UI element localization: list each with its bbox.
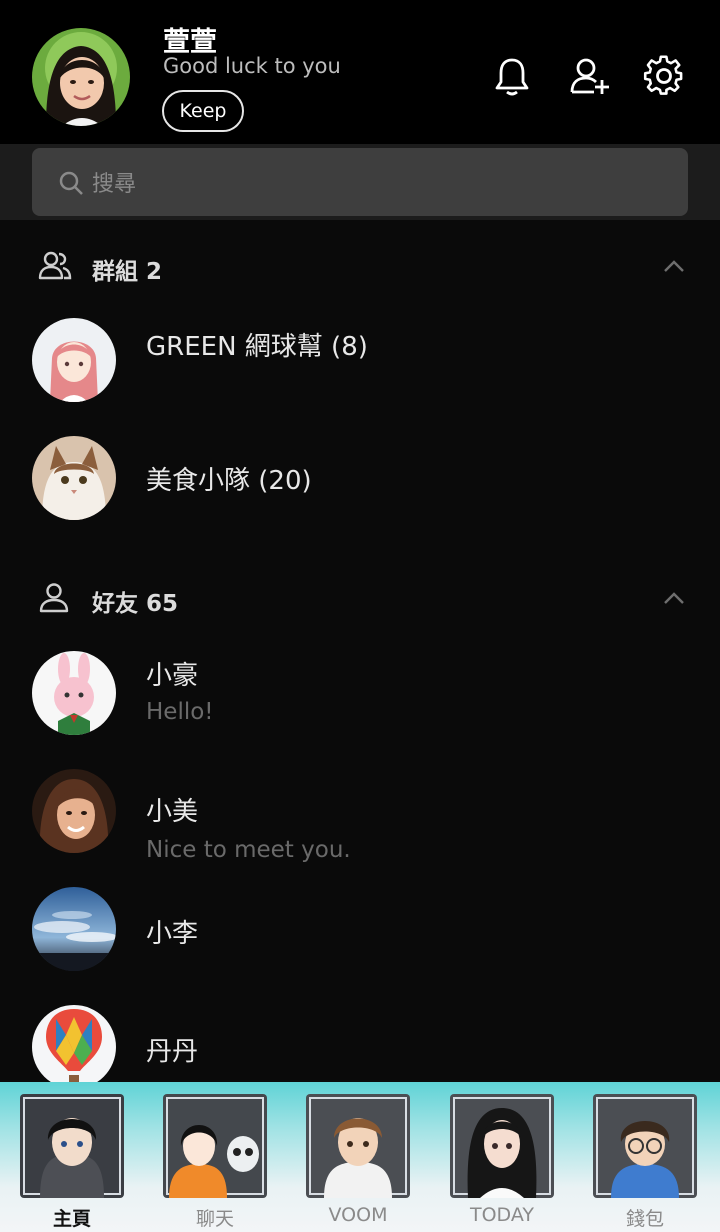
nav-tab-chat[interactable]: 聊天 bbox=[163, 1094, 267, 1232]
friend-status-message: Hello! bbox=[146, 699, 214, 725]
friend-row[interactable]: 小美 Nice to meet you. bbox=[0, 769, 720, 887]
nav-label-wallet: 錢包 bbox=[625, 1208, 664, 1230]
group-avatar bbox=[32, 436, 116, 520]
add-friend-icon[interactable] bbox=[568, 54, 612, 98]
nav-tab-today[interactable]: TODAY bbox=[450, 1094, 554, 1232]
group-icon bbox=[38, 251, 72, 280]
nav-tab-wallet[interactable]: 錢包 bbox=[593, 1094, 697, 1232]
friend-row[interactable]: 小豪 Hello! bbox=[0, 651, 720, 769]
chevron-up-icon[interactable] bbox=[662, 256, 686, 276]
friend-avatar bbox=[32, 1005, 116, 1089]
profile-status-message[interactable]: Good luck to you bbox=[163, 54, 341, 78]
friend-row[interactable]: 小李 bbox=[0, 887, 720, 1005]
friend-status-message: Nice to meet you. bbox=[146, 837, 351, 863]
group-name: GREEN 網球幫 (8) bbox=[146, 332, 368, 362]
friend-name: 小美 bbox=[146, 797, 199, 827]
bell-icon[interactable] bbox=[490, 54, 534, 98]
friend-name: 小豪 bbox=[146, 661, 199, 691]
friends-section-title: 好友 65 bbox=[92, 591, 179, 617]
gear-icon[interactable] bbox=[642, 54, 686, 98]
friend-name: 丹丹 bbox=[146, 1037, 199, 1067]
nav-tab-home[interactable]: 主頁 bbox=[20, 1094, 124, 1232]
search-icon bbox=[59, 171, 83, 195]
friend-name: 小李 bbox=[146, 919, 199, 949]
search-input[interactable]: 搜尋 bbox=[32, 148, 688, 216]
friend-avatar bbox=[32, 651, 116, 735]
bottom-navigation: 主頁 聊天 VOOM TODAY 錢包 bbox=[0, 1082, 720, 1232]
friend-icon bbox=[39, 583, 69, 613]
group-row[interactable]: 美食小隊 (20) bbox=[0, 436, 720, 554]
nav-label-chat: 聊天 bbox=[195, 1208, 234, 1230]
nav-label-today: TODAY bbox=[470, 1204, 534, 1226]
friend-avatar bbox=[32, 769, 116, 853]
group-row[interactable]: GREEN 網球幫 (8) bbox=[0, 318, 720, 436]
voom-tab-icon bbox=[306, 1094, 410, 1198]
profile-avatar[interactable] bbox=[32, 28, 130, 126]
chat-tab-icon bbox=[163, 1094, 267, 1198]
nav-label-home: 主頁 bbox=[52, 1208, 91, 1230]
group-name: 美食小隊 (20) bbox=[146, 466, 312, 496]
keep-button[interactable]: Keep bbox=[162, 90, 244, 132]
profile-header: 萱萱 Good luck to you Keep bbox=[0, 0, 720, 144]
nav-label-voom: VOOM bbox=[328, 1204, 388, 1226]
home-tab-icon bbox=[20, 1094, 124, 1198]
search-bar-container: 搜尋 bbox=[0, 144, 720, 220]
friends-section-header[interactable]: 好友 65 bbox=[0, 570, 720, 626]
wallet-tab-icon bbox=[593, 1094, 697, 1198]
search-placeholder: 搜尋 bbox=[92, 172, 137, 197]
group-avatar bbox=[32, 318, 116, 402]
today-tab-icon bbox=[450, 1094, 554, 1198]
groups-section-header[interactable]: 群組 2 bbox=[0, 238, 720, 294]
friend-avatar bbox=[32, 887, 116, 971]
chevron-up-icon[interactable] bbox=[662, 588, 686, 608]
nav-tab-voom[interactable]: VOOM bbox=[306, 1094, 410, 1232]
groups-section-title: 群組 2 bbox=[92, 259, 163, 285]
